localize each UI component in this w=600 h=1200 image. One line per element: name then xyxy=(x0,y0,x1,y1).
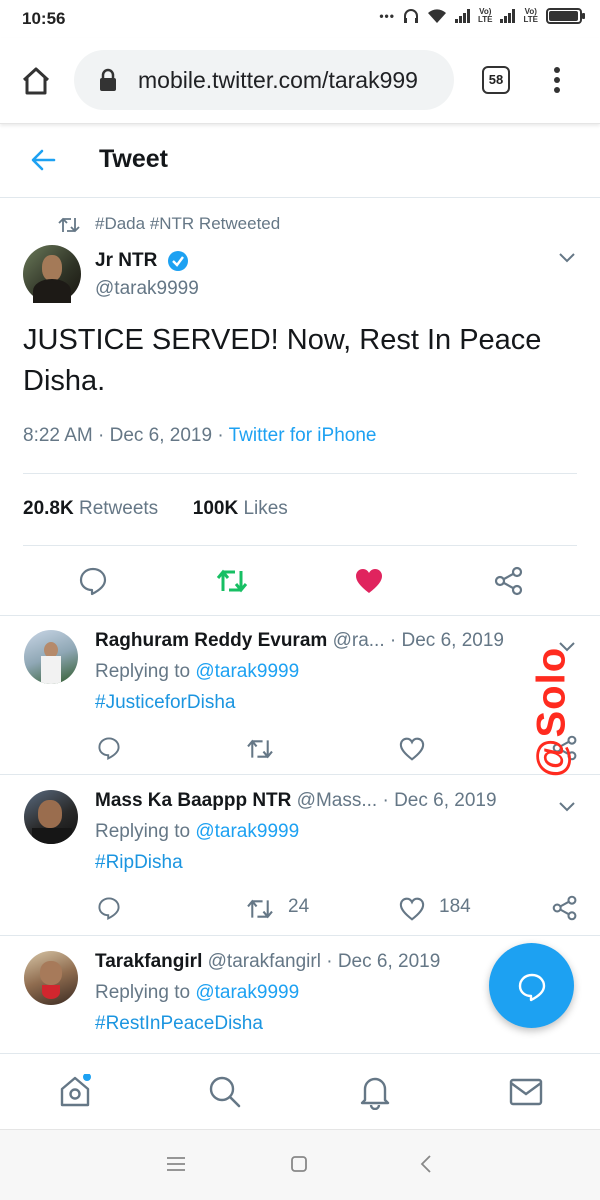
headphones-icon xyxy=(403,9,418,23)
compose-tweet-button[interactable] xyxy=(489,943,574,1028)
reply-item[interactable]: Mass Ka Baappp NTR @Mass... · Dec 6, 201… xyxy=(0,776,600,936)
reply-author-handle[interactable]: @tarakfangirl xyxy=(208,951,321,972)
url-text: mobile.twitter.com/tarak999 xyxy=(138,67,418,93)
reply-author-name[interactable]: Mass Ka Baappp NTR xyxy=(95,790,291,811)
notifications-tab-icon[interactable] xyxy=(359,1074,391,1110)
more-vert-icon[interactable] xyxy=(552,66,562,94)
menu-icon[interactable] xyxy=(166,1156,186,1172)
reply-text[interactable]: #JusticeforDisha xyxy=(95,692,235,714)
status-bar: 10:56 ••• Vo) LTE Vo) LTE xyxy=(0,0,600,38)
page-title: Tweet xyxy=(99,145,168,173)
retweet-small-icon xyxy=(58,217,80,233)
reply-text[interactable]: #RestInPeaceDisha xyxy=(95,1013,263,1035)
likes-stat[interactable]: 100K Likes xyxy=(193,498,288,519)
replying-prefix: Replying to xyxy=(95,821,196,842)
divider xyxy=(23,545,577,546)
chevron-down-icon[interactable] xyxy=(558,801,576,813)
signal-icon-2 xyxy=(500,9,516,23)
replying-to: Replying to @tarak9999 xyxy=(95,661,299,683)
address-bar[interactable]: mobile.twitter.com/tarak999 xyxy=(74,50,454,110)
verified-badge-icon xyxy=(168,251,188,271)
retweet-icon[interactable] xyxy=(216,567,248,595)
reply-author-name[interactable]: Tarakfangirl xyxy=(95,951,202,972)
signal-icon xyxy=(454,9,470,23)
replying-prefix: Replying to xyxy=(95,982,196,1003)
tab-switcher-button[interactable]: 58 xyxy=(482,66,510,94)
page-header: Tweet xyxy=(0,124,600,198)
reply-text[interactable]: #RipDisha xyxy=(95,852,183,874)
tweet-meta: 8:22 AM · Dec 6, 2019 · Twitter for iPho… xyxy=(23,425,377,446)
chat-bubble-icon xyxy=(518,973,546,1002)
like-heart-icon[interactable] xyxy=(354,567,384,595)
reply-author-name[interactable]: Raghuram Reddy Evuram xyxy=(95,630,327,651)
reply-date: Dec 6, 2019 xyxy=(401,630,504,651)
share-icon[interactable] xyxy=(494,566,524,596)
avatar[interactable] xyxy=(23,245,81,303)
browser-toolbar: mobile.twitter.com/tarak999 58 xyxy=(0,38,600,124)
tweet-stats: 20.8K Retweets 100K Likes xyxy=(23,498,288,520)
reply-date: Dec 6, 2019 xyxy=(337,951,441,972)
like-heart-icon[interactable] xyxy=(399,737,425,761)
battery-icon xyxy=(546,8,585,24)
home-square-icon[interactable] xyxy=(290,1155,308,1173)
status-time: 10:56 xyxy=(22,9,66,28)
tweet-time: 8:22 AM xyxy=(23,425,93,446)
replying-to-link[interactable]: @tarak9999 xyxy=(195,982,299,1003)
avatar[interactable] xyxy=(24,630,78,684)
replying-to-link[interactable]: @tarak9999 xyxy=(195,661,299,682)
more-dots-icon: ••• xyxy=(379,9,395,23)
retweets-label: Retweets xyxy=(78,498,159,519)
replying-to: Replying to @tarak9999 xyxy=(95,821,299,843)
reply-author-handle[interactable]: @Mass... xyxy=(297,790,378,811)
tweet-source-link[interactable]: Twitter for iPhone xyxy=(229,425,377,446)
chevron-down-icon[interactable] xyxy=(558,252,576,264)
home-tab-icon[interactable] xyxy=(58,1074,92,1108)
reply-icon[interactable] xyxy=(78,566,108,596)
reply-icon[interactable] xyxy=(97,896,121,920)
replying-to-link[interactable]: @tarak9999 xyxy=(195,821,299,842)
reply-retweet-count: 24 xyxy=(288,896,310,917)
replying-to: Replying to @tarak9999 xyxy=(95,982,299,1004)
reply-like-count: 184 xyxy=(439,896,471,917)
home-icon[interactable] xyxy=(20,65,52,97)
reply-date: Dec 6, 2019 xyxy=(394,790,497,811)
retweet-icon[interactable] xyxy=(246,897,274,921)
watermark-text: @Solo xyxy=(529,646,574,778)
likes-label: Likes xyxy=(243,498,288,519)
back-arrow-icon[interactable] xyxy=(30,148,56,172)
like-heart-icon[interactable] xyxy=(399,897,425,921)
retweeted-by-label: #Dada #NTR Retweeted xyxy=(95,214,281,233)
reply-header: Tarakfangirl @tarakfangirl · Dec 6, 2019 xyxy=(95,951,441,972)
search-tab-icon[interactable] xyxy=(208,1075,242,1109)
tweet-text: JUSTICE SERVED! Now, Rest In Peace Disha… xyxy=(23,324,542,397)
reply-item[interactable]: Raghuram Reddy Evuram @ra... · Dec 6, 20… xyxy=(0,616,600,775)
divider xyxy=(23,473,577,474)
likes-count: 100K xyxy=(192,498,239,519)
retweets-stat[interactable]: 20.8K Retweets xyxy=(23,498,158,519)
avatar[interactable] xyxy=(24,951,78,1005)
wifi-icon xyxy=(427,9,446,23)
author-name[interactable]: Jr NTR xyxy=(95,250,157,272)
reply-header: Raghuram Reddy Evuram @ra... · Dec 6, 20… xyxy=(95,630,504,651)
retweet-icon[interactable] xyxy=(246,737,274,761)
reply-icon[interactable] xyxy=(97,736,121,760)
bottom-navigation xyxy=(0,1053,600,1129)
tweet-date: Dec 6, 2019 xyxy=(109,425,213,446)
lte-icon-2: Vo) LTE xyxy=(523,7,538,24)
reply-author-handle[interactable]: @ra... xyxy=(333,630,385,651)
messages-tab-icon[interactable] xyxy=(509,1078,543,1106)
system-navigation-bar xyxy=(0,1129,600,1200)
lte-icon: Vo) LTE xyxy=(477,7,493,24)
share-icon[interactable] xyxy=(552,895,578,921)
replying-prefix: Replying to xyxy=(95,661,196,682)
back-nav-icon[interactable] xyxy=(419,1155,433,1173)
author-handle[interactable]: @tarak9999 xyxy=(95,278,199,300)
reply-header: Mass Ka Baappp NTR @Mass... · Dec 6, 201… xyxy=(95,790,497,811)
retweets-count: 20.8K xyxy=(23,498,74,519)
avatar[interactable] xyxy=(24,790,78,844)
lock-icon xyxy=(100,68,116,91)
